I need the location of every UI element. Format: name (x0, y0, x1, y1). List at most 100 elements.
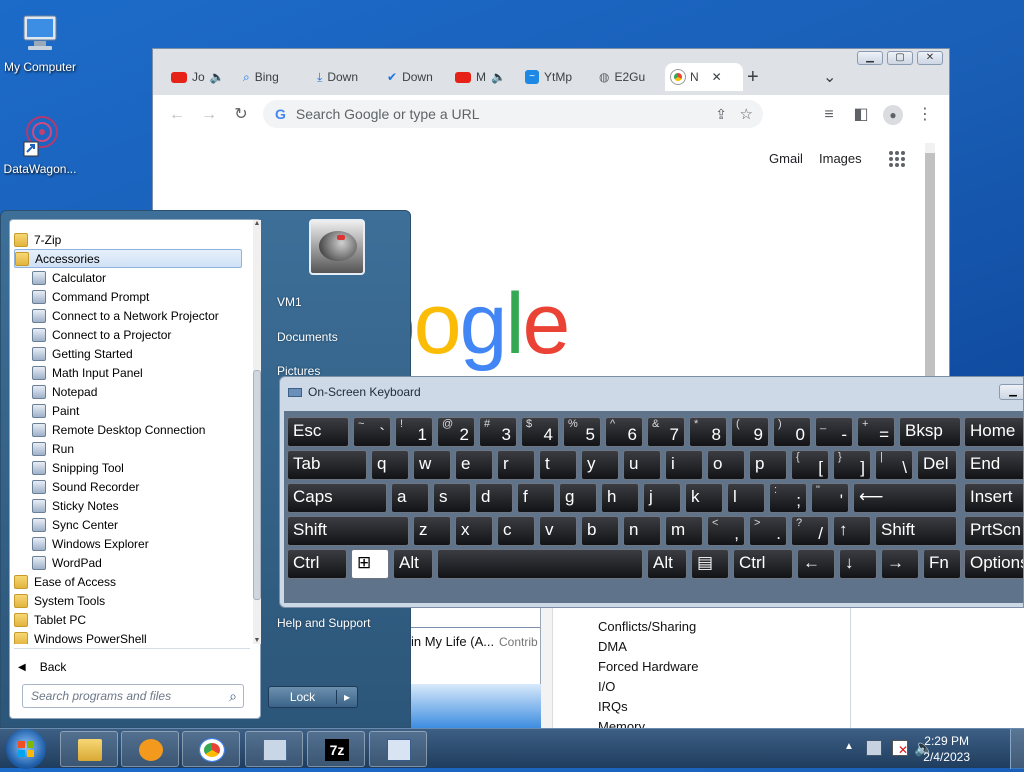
program-item[interactable]: Connect to a Projector (32, 325, 171, 344)
help-support-link[interactable]: Help and Support (277, 616, 370, 630)
taskbar-osk-button[interactable] (245, 731, 303, 767)
program-item[interactable]: Run (32, 439, 74, 458)
back-arrow-icon[interactable]: ← (167, 105, 187, 125)
osk-key[interactable]: Esc (287, 417, 349, 447)
apps-grid-icon[interactable] (889, 151, 905, 167)
side-panel-icon[interactable]: ◧ (851, 105, 871, 125)
osk-key[interactable]: % 5 (563, 417, 601, 447)
osk-key[interactable]: Alt (647, 549, 687, 579)
menu-kebab-icon[interactable]: ⋮ (915, 105, 935, 125)
osk-key[interactable]: Ctrl (733, 549, 793, 579)
osk-key[interactable]: PrtScn (964, 516, 1023, 546)
osk-key[interactable]: n (623, 516, 661, 546)
tab-search-button[interactable]: ⌄ (817, 63, 843, 91)
osk-key[interactable]: <, (707, 516, 745, 546)
osk-key[interactable]: Caps (287, 483, 387, 513)
lock-button[interactable]: Lock ▸ (268, 686, 358, 708)
osk-key[interactable]: b (581, 516, 619, 546)
taskbar-chrome-button[interactable] (182, 731, 240, 767)
osk-key[interactable]: Options (964, 549, 1023, 579)
osk-key[interactable]: | \ (875, 450, 913, 480)
osk-key[interactable]: {[ (791, 450, 829, 480)
program-item[interactable]: Sound Recorder (32, 477, 139, 496)
program-item[interactable]: Math Input Panel (32, 363, 143, 382)
program-item[interactable]: Paint (32, 401, 79, 420)
osk-key[interactable]: Del (917, 450, 957, 480)
osk-key[interactable]: c (497, 516, 535, 546)
start-search-input[interactable]: Search programs and files ⌕ (22, 684, 244, 708)
new-tab-button[interactable]: + (741, 63, 771, 91)
osk-key[interactable]: r (497, 450, 535, 480)
scrollbar-thumb[interactable] (253, 370, 261, 600)
osk-key[interactable]: f (517, 483, 555, 513)
scroll-down-icon[interactable]: ▼ (253, 637, 261, 644)
program-folder-item[interactable]: Accessories (14, 249, 242, 268)
tree-item[interactable]: DMA (598, 639, 627, 654)
show-desktop-button[interactable] (1010, 729, 1024, 769)
bookmark-star-icon[interactable]: ☆ (740, 105, 753, 123)
program-folder-item[interactable]: 7-Zip (14, 230, 61, 249)
osk-key[interactable]: @2 (437, 417, 475, 447)
osk-key[interactable]: d (475, 483, 513, 513)
osk-key[interactable]: a (391, 483, 429, 513)
tree-item[interactable]: Forced Hardware (598, 659, 698, 674)
osk-key[interactable]: ? / (791, 516, 829, 546)
osk-key[interactable]: v (539, 516, 577, 546)
user-folder-link[interactable]: VM1 (277, 295, 302, 309)
taskbar-explorer-button[interactable] (60, 731, 118, 767)
osk-key[interactable]: (9 (731, 417, 769, 447)
osk-key[interactable]: s (433, 483, 471, 513)
osk-key[interactable]: $4 (521, 417, 559, 447)
osk-key[interactable]: ↑ (833, 516, 871, 546)
osk-minimize-button[interactable]: ▁ (999, 384, 1023, 400)
program-item[interactable]: Command Prompt (32, 287, 149, 306)
tree-item[interactable]: Conflicts/Sharing (598, 619, 696, 634)
program-item[interactable]: Windows Explorer (32, 534, 149, 553)
osk-key[interactable]: ! 1 (395, 417, 433, 447)
start-orb-button[interactable] (6, 729, 46, 769)
program-item[interactable]: WordPad (32, 553, 102, 572)
chrome-tab-4[interactable]: ✔ Down (381, 63, 449, 91)
program-item[interactable]: Sticky Notes (32, 496, 119, 515)
osk-key[interactable]: ) 0 (773, 417, 811, 447)
system-clock[interactable]: 2:29 PM 2/4/2023 (923, 733, 970, 765)
program-folder-item[interactable]: Ease of Access (14, 572, 116, 591)
osk-key[interactable]: q (371, 450, 409, 480)
close-tab-icon[interactable]: ✕ (712, 70, 722, 84)
program-item[interactable]: Notepad (32, 382, 97, 401)
minimize-button[interactable]: ▁ (857, 51, 883, 65)
tree-item[interactable]: IRQs (598, 699, 628, 714)
osk-key[interactable]: ⟵ (853, 483, 957, 513)
osk-key[interactable]: ← (797, 549, 835, 579)
maximize-button[interactable]: ▢ (887, 51, 913, 65)
action-center-icon[interactable]: ✕ (892, 740, 908, 757)
osk-key[interactable]: Shift (287, 516, 409, 546)
osk-key[interactable]: k (685, 483, 723, 513)
images-link[interactable]: Images (819, 151, 862, 166)
list-item[interactable]: in My Life (A... (411, 634, 494, 649)
desktop-icon-my-computer[interactable]: My Computer (0, 10, 80, 74)
osk-key[interactable]: >. (749, 516, 787, 546)
share-icon[interactable]: ⇪ (715, 106, 727, 123)
chrome-tab-1[interactable]: Jo 🔈 (165, 63, 235, 91)
osk-key[interactable]: y (581, 450, 619, 480)
close-button[interactable]: ✕ (917, 51, 943, 65)
osk-key[interactable]: u (623, 450, 661, 480)
chrome-tab-6[interactable]: ~ YtMp (519, 63, 591, 91)
osk-key[interactable]: }] (833, 450, 871, 480)
osk-key[interactable]: m (665, 516, 703, 546)
program-item[interactable]: Connect to a Network Projector (32, 306, 219, 325)
osk-key[interactable]: ⊞ (351, 549, 389, 579)
osk-key[interactable]: j (643, 483, 681, 513)
osk-key[interactable]: ~ ` (353, 417, 391, 447)
lock-options-arrow-icon[interactable]: ▸ (337, 690, 357, 704)
forward-arrow-icon[interactable]: → (199, 105, 219, 125)
program-item[interactable]: Snipping Tool (32, 458, 124, 477)
reload-icon[interactable]: ↻ (231, 105, 251, 125)
osk-key[interactable]: ↓ (839, 549, 877, 579)
program-item[interactable]: Sync Center (32, 515, 118, 534)
scroll-up-icon[interactable]: ▲ (253, 220, 261, 227)
osk-key[interactable]: → (881, 549, 919, 579)
omnibox[interactable]: G Search Google or type a URL ⇪ ☆ (263, 100, 763, 128)
chrome-tab-7[interactable]: ◍ E2Gu (593, 63, 665, 91)
